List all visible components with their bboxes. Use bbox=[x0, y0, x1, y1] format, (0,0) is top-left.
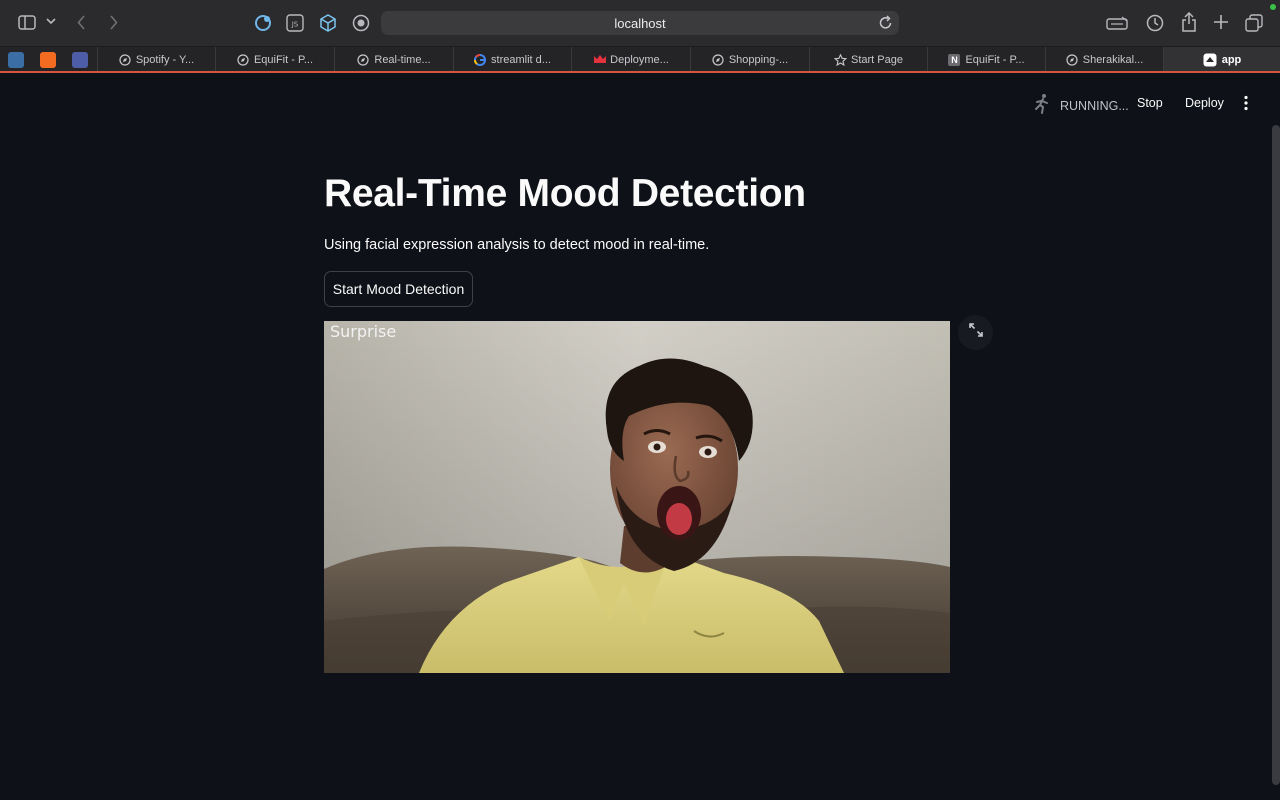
start-mood-detection-button[interactable]: Start Mood Detection bbox=[324, 271, 473, 307]
app-header: RUNNING... Stop Deploy bbox=[0, 73, 1280, 133]
running-status-text: RUNNING... bbox=[1060, 98, 1129, 113]
compass-icon bbox=[712, 53, 724, 66]
tab-start-page[interactable]: Start Page bbox=[809, 47, 927, 72]
crown-icon bbox=[593, 54, 607, 66]
page-title: Real-Time Mood Detection bbox=[324, 172, 806, 215]
reload-icon[interactable] bbox=[879, 15, 893, 35]
share-icon[interactable] bbox=[1181, 12, 1197, 32]
running-man-icon bbox=[1032, 93, 1052, 118]
webcam-image bbox=[324, 321, 950, 673]
compass-icon bbox=[237, 53, 249, 66]
page-subtitle: Using facial expression analysis to dete… bbox=[324, 237, 710, 253]
extension-refresh-icon[interactable] bbox=[254, 14, 272, 32]
webcam-frame bbox=[324, 321, 950, 673]
javascript-extension-icon[interactable]: JS bbox=[286, 14, 304, 32]
expand-icon bbox=[968, 323, 983, 342]
pinned-app-icon[interactable] bbox=[72, 52, 88, 68]
tab-real-time[interactable]: Real-time... bbox=[334, 47, 453, 72]
back-icon[interactable] bbox=[77, 15, 86, 30]
tab-equifit[interactable]: EquiFit - P... bbox=[215, 47, 334, 72]
tab-equifit-notion[interactable]: N EquiFit - P... bbox=[927, 47, 1045, 72]
keyboard-extension-icon[interactable] bbox=[1106, 16, 1128, 30]
compass-icon bbox=[1066, 53, 1078, 66]
tab-shopping[interactable]: Shopping-... bbox=[690, 47, 809, 72]
main-menu-icon[interactable] bbox=[1240, 95, 1252, 111]
sidebar-toggle-icon[interactable] bbox=[18, 15, 36, 30]
svg-text:JS: JS bbox=[291, 21, 299, 29]
tab-deployment[interactable]: Deployme... bbox=[571, 47, 690, 72]
tab-streamlit-search[interactable]: streamlit d... bbox=[453, 47, 571, 72]
stop-button[interactable]: Stop bbox=[1137, 96, 1163, 110]
camera-indicator-dot bbox=[1270, 4, 1276, 10]
tab-overview-icon[interactable] bbox=[1245, 14, 1263, 32]
fullscreen-button[interactable] bbox=[958, 315, 993, 350]
deploy-button[interactable]: Deploy bbox=[1185, 96, 1224, 110]
tab-bar: Spotify - Y... EquiFit - P... Real-time.… bbox=[0, 46, 1280, 72]
compass-icon bbox=[119, 53, 131, 66]
notion-icon: N bbox=[948, 53, 961, 66]
page-scrollbar[interactable] bbox=[1272, 125, 1280, 785]
url-text: localhost bbox=[614, 16, 666, 31]
google-icon bbox=[474, 53, 487, 66]
blogger-icon[interactable] bbox=[40, 52, 56, 68]
chevron-down-icon[interactable] bbox=[46, 18, 56, 25]
history-icon[interactable] bbox=[1146, 14, 1164, 32]
forward-icon[interactable] bbox=[109, 15, 118, 30]
tab-app[interactable]: app bbox=[1163, 47, 1280, 72]
cube-extension-icon[interactable] bbox=[319, 14, 337, 32]
browser-toolbar: JS localhost bbox=[0, 0, 1280, 46]
compass-icon bbox=[357, 53, 369, 66]
detected-mood-label: Surprise bbox=[330, 322, 397, 341]
streamlit-icon bbox=[1203, 53, 1217, 67]
star-icon bbox=[833, 52, 848, 66]
record-extension-icon[interactable] bbox=[352, 14, 370, 32]
running-status: RUNNING... bbox=[1032, 93, 1129, 118]
new-tab-icon[interactable] bbox=[1213, 14, 1229, 30]
pinned-tab-icon[interactable] bbox=[8, 52, 24, 68]
tab-spotify[interactable]: Spotify - Y... bbox=[97, 47, 215, 72]
tab-sherakikal[interactable]: Sherakikal... bbox=[1045, 47, 1163, 72]
address-bar[interactable]: localhost bbox=[381, 11, 899, 35]
